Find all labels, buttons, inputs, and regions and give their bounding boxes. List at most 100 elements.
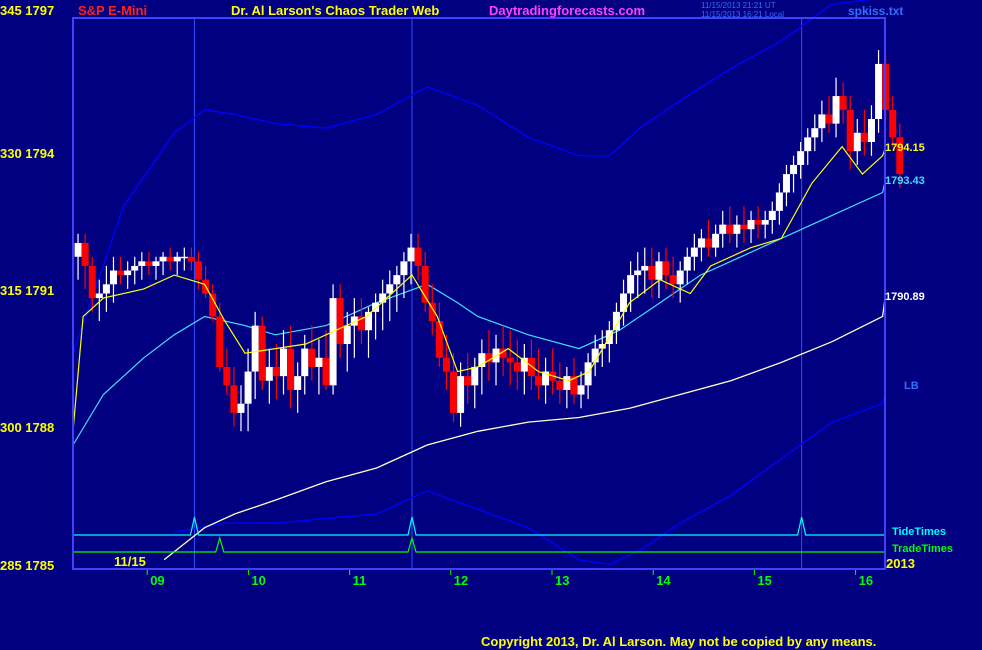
price-bar-body bbox=[159, 256, 167, 262]
price-bar-body bbox=[655, 261, 663, 280]
price-bar-body bbox=[414, 247, 422, 266]
price-bar-body bbox=[152, 261, 160, 266]
price-bar-body bbox=[683, 256, 691, 271]
price-bar-body bbox=[450, 371, 458, 413]
left-axis-label: 285 1785 bbox=[0, 558, 54, 573]
price-bar-body bbox=[676, 270, 684, 285]
x-axis-day-label: 11 bbox=[353, 573, 367, 588]
price-bar-body bbox=[216, 316, 224, 367]
price-bar-body bbox=[804, 137, 812, 152]
price-bar-body bbox=[733, 224, 741, 234]
x-axis-day-label: 10 bbox=[251, 573, 265, 588]
price-bar-body bbox=[223, 366, 231, 386]
price-bar-body bbox=[407, 247, 415, 262]
price-bar-body bbox=[138, 261, 146, 266]
price-bar-body bbox=[251, 325, 259, 372]
x-axis-day-label: 15 bbox=[757, 573, 771, 588]
x-axis-day-label: 16 bbox=[859, 573, 873, 588]
price-bar-body bbox=[400, 261, 408, 276]
price-bar-body bbox=[641, 265, 649, 271]
price-bar-body bbox=[386, 284, 394, 294]
price-bar-body bbox=[712, 233, 720, 248]
left-axis-label: 315 1791 bbox=[0, 283, 54, 298]
price-bar-body bbox=[166, 256, 174, 262]
price-bar-body bbox=[74, 242, 82, 257]
price-bar-body bbox=[173, 256, 181, 262]
left-axis-label-top: 345 1797 bbox=[0, 3, 54, 18]
price-bar-body bbox=[102, 284, 110, 294]
price-bar-body bbox=[747, 220, 755, 230]
price-bar-body bbox=[634, 270, 642, 276]
tide-times-label: TideTimes bbox=[892, 526, 946, 538]
fast-ma-value-label: 1794.15 bbox=[885, 142, 925, 154]
price-bar-body bbox=[535, 376, 543, 386]
price-bar-body bbox=[790, 164, 798, 175]
price-bar-body bbox=[648, 265, 656, 280]
mid-ma-value-label: 1793.43 bbox=[885, 175, 925, 187]
timestamp-local: 11/15/2013 16:21 Local bbox=[701, 10, 784, 19]
price-bar-body bbox=[662, 261, 670, 276]
price-bar-body bbox=[308, 348, 316, 367]
price-bar-body bbox=[846, 109, 854, 152]
lower-band-label: LB bbox=[904, 380, 919, 392]
price-bar-body bbox=[811, 128, 819, 138]
price-bar-body bbox=[145, 261, 153, 266]
price-bar-body bbox=[485, 353, 493, 363]
price-bar-body bbox=[818, 114, 826, 129]
price-bar-body bbox=[81, 242, 89, 266]
price-bar-body bbox=[393, 275, 401, 285]
price-bar-body bbox=[187, 256, 195, 262]
price-bar-body bbox=[95, 293, 103, 299]
price-bar-body bbox=[705, 238, 713, 248]
year-label: 2013 bbox=[886, 556, 915, 571]
price-bar-body bbox=[867, 119, 875, 142]
price-bar-body bbox=[889, 109, 897, 138]
price-bar-body bbox=[294, 376, 302, 390]
price-bar-body bbox=[627, 275, 635, 294]
price-bar-body bbox=[584, 362, 592, 386]
price-bar-body bbox=[258, 325, 266, 381]
timestamp-utc: 11/15/2013 21:21 UT bbox=[701, 1, 776, 10]
price-bar-body bbox=[442, 357, 450, 372]
price-bar-body bbox=[669, 275, 677, 285]
price-bar-body bbox=[194, 261, 202, 280]
price-bar-body bbox=[109, 270, 117, 285]
price-bar-body bbox=[825, 114, 833, 124]
x-axis-day-label: 14 bbox=[656, 573, 671, 588]
price-bar-body bbox=[230, 385, 238, 413]
date-label: 11/15 bbox=[114, 554, 146, 569]
x-axis-day-label: 12 bbox=[454, 573, 468, 588]
price-bar-body bbox=[520, 357, 528, 372]
price-bar-body bbox=[88, 265, 96, 299]
price-bar-body bbox=[209, 293, 217, 317]
price-bar-body bbox=[577, 385, 585, 395]
price-bar-body bbox=[860, 132, 868, 142]
price-bar-body bbox=[853, 132, 861, 152]
price-bar-body bbox=[244, 371, 252, 404]
price-bar-body bbox=[336, 298, 344, 345]
price-bar-body bbox=[875, 63, 883, 120]
price-bar-body bbox=[506, 357, 514, 363]
price-bar-body bbox=[279, 348, 287, 377]
price-bar-body bbox=[782, 174, 790, 193]
symbol-title: S&P E-Mini bbox=[78, 3, 147, 18]
price-bar-body bbox=[471, 366, 479, 386]
price-bar-body bbox=[180, 256, 188, 259]
price-bar-body bbox=[690, 247, 698, 257]
price-bar-body bbox=[322, 357, 330, 386]
price-bar-body bbox=[237, 403, 245, 413]
price-bar-body bbox=[761, 220, 769, 225]
price-bar-body bbox=[768, 210, 776, 221]
chart-container: 345 1797 S&P E-Mini Dr. Al Larson's Chao… bbox=[0, 0, 982, 650]
slow-ma-value-label: 1790.89 bbox=[885, 291, 925, 303]
price-bar-body bbox=[513, 362, 521, 372]
price-bar-body bbox=[457, 376, 465, 413]
price-bar-body bbox=[124, 270, 132, 276]
price-bar-body bbox=[697, 238, 705, 248]
price-bar-body bbox=[435, 321, 443, 358]
price-bar-body bbox=[464, 376, 472, 386]
site-link[interactable]: Daytradingforecasts.com bbox=[489, 3, 645, 18]
price-bar-body bbox=[315, 357, 323, 367]
left-axis-label: 300 1788 bbox=[0, 420, 54, 435]
x-axis-day-label: 09 bbox=[150, 573, 164, 588]
